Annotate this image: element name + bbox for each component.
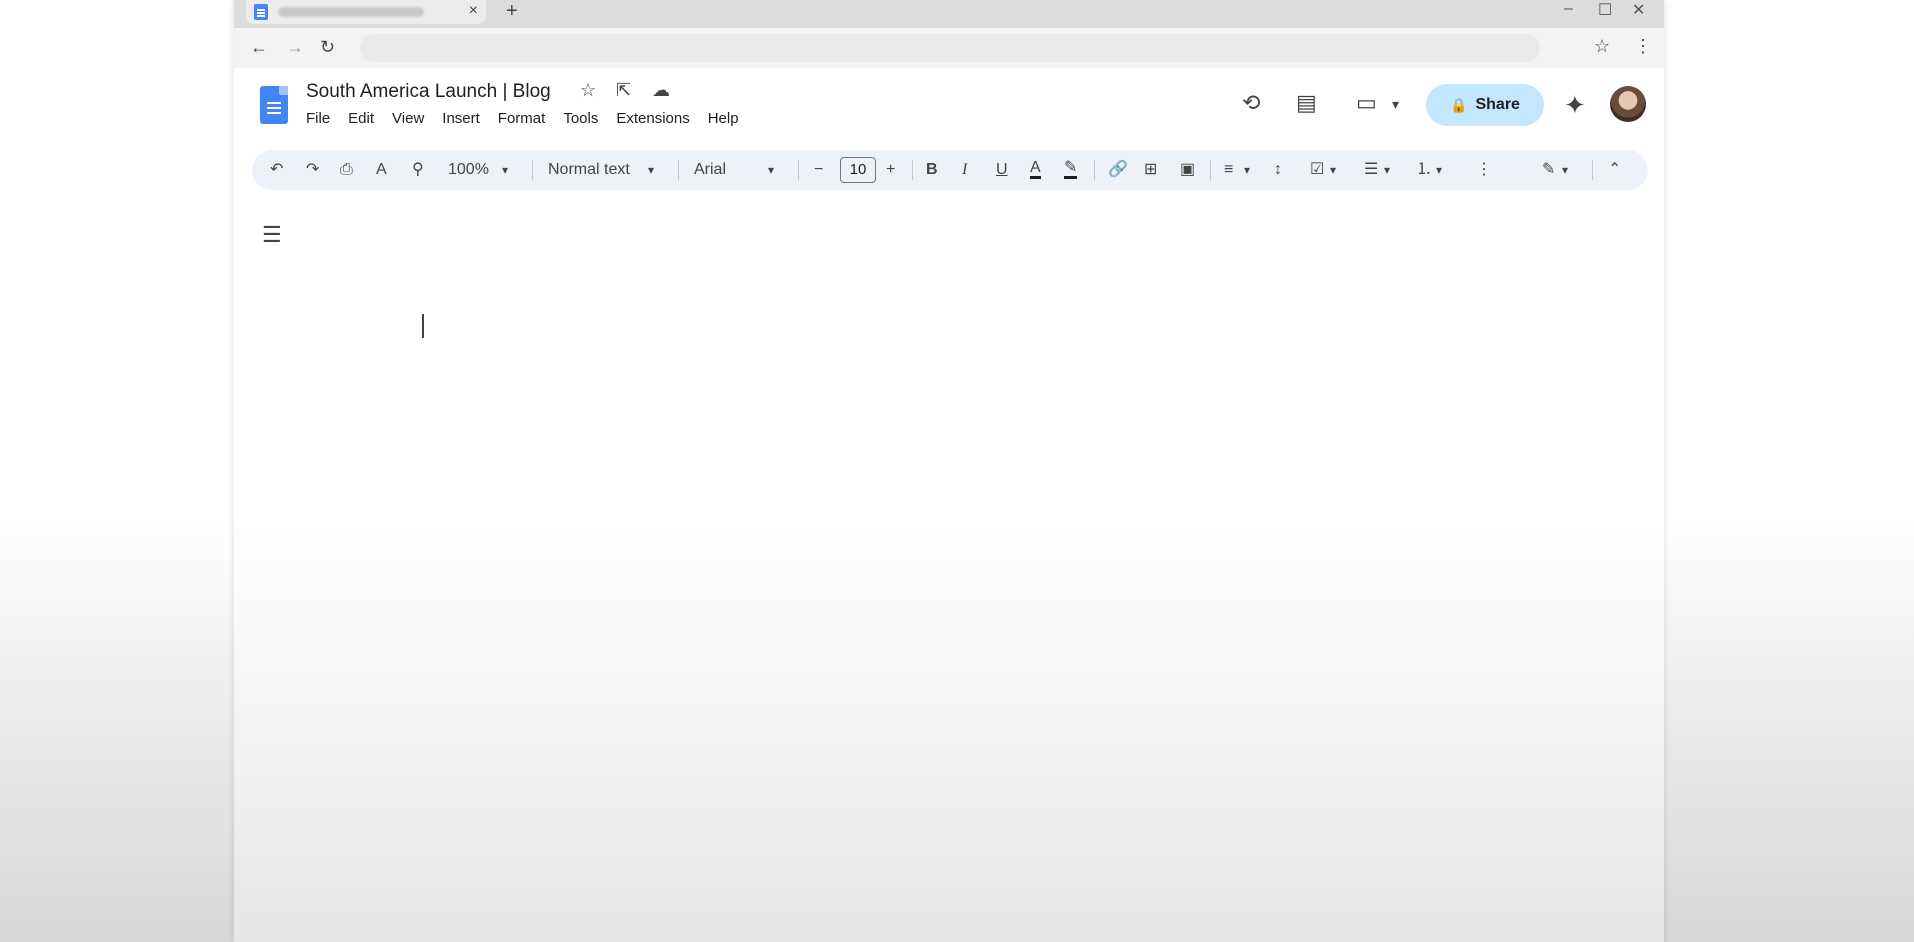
font-chevron-down-icon[interactable]: ▾ [768, 160, 774, 180]
minimize-icon[interactable]: – [1564, 0, 1573, 18]
background-right [1664, 0, 1914, 942]
tab-strip: × + – ☐ ✕ [234, 0, 1664, 28]
highlight-icon[interactable]: ✎ [1064, 160, 1078, 179]
formatting-toolbar: ↶ ↷ ⎙ A ⚲ 100% ▾ Normal text ▾ Arial ▾ −… [252, 150, 1648, 190]
redo-icon[interactable]: ↷ [306, 160, 319, 180]
zoom-select[interactable]: 100% [448, 160, 489, 180]
menu-view[interactable]: View [392, 110, 424, 127]
browser-menu-icon[interactable]: ⋮ [1634, 36, 1652, 57]
text-color-icon[interactable]: A [1030, 160, 1041, 179]
meet-chevron-down-icon[interactable]: ▾ [1392, 96, 1399, 113]
spellcheck-icon[interactable]: A [376, 160, 387, 180]
line-spacing-icon[interactable]: ↕ [1274, 160, 1282, 180]
address-bar: ← → ↻ ☆ ⋮ [234, 28, 1664, 68]
underline-icon[interactable]: U [996, 160, 1008, 180]
editing-mode-icon[interactable]: ✎ [1542, 160, 1555, 180]
toolbar-divider [678, 160, 679, 180]
menu-format[interactable]: Format [498, 110, 546, 127]
cloud-saved-icon[interactable]: ☁ [652, 80, 670, 101]
docs-logo-icon[interactable] [260, 86, 288, 124]
bulleted-list-icon[interactable]: ☰ [1364, 160, 1378, 180]
align-left-icon[interactable]: ≡ [1224, 160, 1233, 180]
toolbar-divider [1592, 160, 1593, 180]
bookmark-star-icon[interactable]: ☆ [1594, 36, 1610, 57]
bullets-chevron-down-icon[interactable]: ▾ [1384, 160, 1390, 180]
menu-extensions[interactable]: Extensions [616, 110, 689, 127]
numbered-chevron-down-icon[interactable]: ▾ [1436, 160, 1442, 180]
toolbar-divider [1094, 160, 1095, 180]
forward-icon[interactable]: → [286, 37, 304, 58]
editing-chevron-down-icon[interactable]: ▾ [1562, 160, 1568, 180]
toolbar-divider [912, 160, 913, 180]
insert-image-icon[interactable]: ▣ [1180, 160, 1195, 180]
zoom-chevron-down-icon[interactable]: ▾ [502, 160, 508, 180]
window-close-icon[interactable]: ✕ [1632, 0, 1645, 20]
toolbar-divider [1210, 160, 1211, 180]
share-button[interactable]: 🔒 Share [1426, 84, 1544, 126]
italic-icon[interactable]: I [962, 160, 967, 180]
close-icon[interactable]: × [469, 2, 478, 20]
maximize-icon[interactable]: ☐ [1598, 0, 1612, 20]
back-icon[interactable]: ← [250, 37, 268, 58]
omnibox-input[interactable] [360, 34, 1540, 62]
comments-icon[interactable]: ▤ [1296, 90, 1317, 116]
numbered-list-icon[interactable]: ⒈ [1416, 160, 1432, 180]
tab-title [278, 7, 424, 17]
font-family-select[interactable]: Arial [694, 160, 726, 180]
paint-format-icon[interactable]: ⚲ [412, 160, 424, 180]
gemini-icon[interactable]: ✦ [1564, 90, 1586, 121]
bold-icon[interactable]: B [926, 160, 938, 180]
menu-file[interactable]: File [306, 110, 330, 127]
menu-tools[interactable]: Tools [563, 110, 598, 127]
checklist-icon[interactable]: ☑ [1310, 160, 1324, 180]
link-icon[interactable]: 🔗 [1108, 160, 1128, 180]
undo-icon[interactable]: ↶ [270, 160, 283, 180]
move-folder-icon[interactable]: ⇱ [616, 80, 631, 101]
menu-edit[interactable]: Edit [348, 110, 374, 127]
font-size-input[interactable]: 10 [840, 157, 876, 183]
document-outline-icon[interactable]: ☰ [262, 222, 282, 248]
style-chevron-down-icon[interactable]: ▾ [648, 160, 654, 180]
share-label: Share [1475, 96, 1520, 113]
collapse-menus-icon[interactable]: ⌃ [1608, 160, 1621, 180]
print-icon[interactable]: ⎙ [340, 160, 353, 180]
toolbar-divider [798, 160, 799, 180]
browser-window: × + – ☐ ✕ ← → ↻ ☆ ⋮ South America Launch… [234, 0, 1664, 942]
paragraph-style-select[interactable]: Normal text [548, 160, 630, 180]
text-cursor [422, 314, 424, 338]
docs-favicon-icon [254, 4, 268, 20]
menu-bar: File Edit View Insert Format Tools Exten… [306, 110, 739, 127]
meet-icon[interactable]: ▭ [1356, 90, 1377, 116]
menu-help[interactable]: Help [708, 110, 739, 127]
document-title[interactable]: South America Launch | Blog [306, 81, 551, 103]
tab-docs[interactable]: × [246, 0, 486, 24]
increase-font-size-icon[interactable]: + [886, 160, 895, 180]
add-comment-icon[interactable]: ⊞ [1144, 160, 1157, 180]
background-left [0, 0, 234, 942]
star-icon[interactable]: ☆ [580, 80, 596, 101]
checklist-chevron-down-icon[interactable]: ▾ [1330, 160, 1336, 180]
decrease-font-size-icon[interactable]: − [814, 160, 823, 180]
menu-insert[interactable]: Insert [442, 110, 480, 127]
docs-header: South America Launch | Blog ☆ ⇱ ☁ File E… [234, 68, 1664, 142]
avatar[interactable] [1610, 86, 1646, 122]
new-tab-button[interactable]: + [506, 0, 518, 23]
toolbar-divider [532, 160, 533, 180]
more-options-icon[interactable]: ⋮ [1476, 160, 1492, 180]
align-chevron-down-icon[interactable]: ▾ [1244, 160, 1250, 180]
lock-icon: 🔒 [1450, 96, 1468, 113]
reload-icon[interactable]: ↻ [320, 37, 335, 58]
version-history-icon[interactable]: ⟲ [1242, 90, 1260, 116]
